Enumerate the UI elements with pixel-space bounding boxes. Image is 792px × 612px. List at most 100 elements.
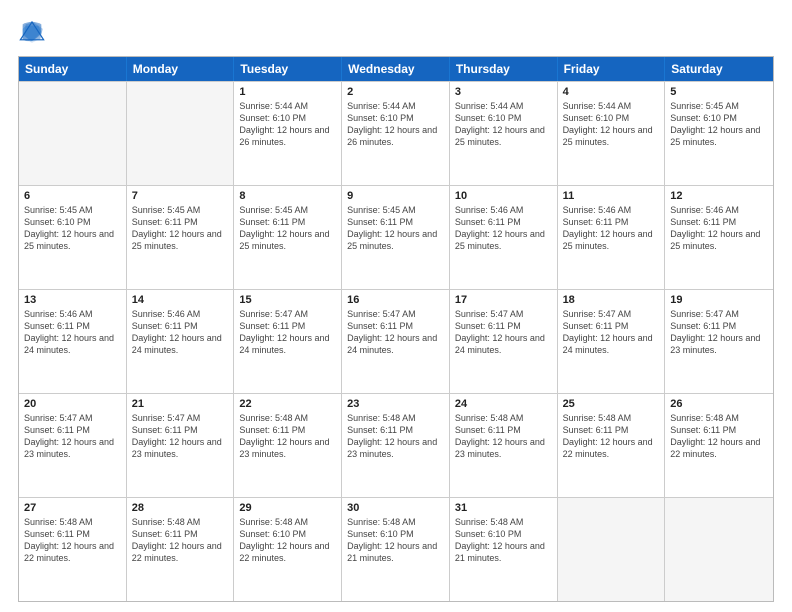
day-info: Sunrise: 5:46 AM Sunset: 6:11 PM Dayligh… bbox=[24, 308, 121, 357]
cal-day-10: 10 Sunrise: 5:46 AM Sunset: 6:11 PM Dayli… bbox=[450, 186, 558, 289]
cal-day-6: 6Sunrise: 5:45 AM Sunset: 6:10 PM Daylig… bbox=[19, 186, 127, 289]
day-info: Sunrise: 5:46 AM Sunset: 6:11 PM Dayligh… bbox=[670, 204, 768, 253]
logo bbox=[18, 18, 50, 46]
calendar-body: 1 Sunrise: 5:44 AM Sunset: 6:10 PM Daylig… bbox=[19, 81, 773, 601]
page-header bbox=[18, 18, 774, 46]
cal-week-3: 13 Sunrise: 5:46 AM Sunset: 6:11 PM Dayli… bbox=[19, 289, 773, 393]
cal-header-tuesday: Tuesday bbox=[234, 57, 342, 81]
day-info: Sunrise: 5:46 AM Sunset: 6:11 PM Dayligh… bbox=[132, 308, 229, 357]
cal-day-22: 22 Sunrise: 5:48 AM Sunset: 6:11 PM Dayli… bbox=[234, 394, 342, 497]
day-info: Sunrise: 5:45 AM Sunset: 6:10 PM Dayligh… bbox=[670, 100, 768, 149]
cal-day-28: 28 Sunrise: 5:48 AM Sunset: 6:11 PM Dayli… bbox=[127, 498, 235, 601]
cal-day-31: 31 Sunrise: 5:48 AM Sunset: 6:10 PM Dayli… bbox=[450, 498, 558, 601]
day-info: Sunrise: 5:44 AM Sunset: 6:10 PM Dayligh… bbox=[239, 100, 336, 149]
calendar-header-row: SundayMondayTuesdayWednesdayThursdayFrid… bbox=[19, 57, 773, 81]
day-number: 16 bbox=[347, 294, 444, 306]
day-number: 2 bbox=[347, 86, 444, 98]
cal-header-sunday: Sunday bbox=[19, 57, 127, 81]
cal-week-1: 1 Sunrise: 5:44 AM Sunset: 6:10 PM Daylig… bbox=[19, 81, 773, 185]
day-number: 31 bbox=[455, 502, 552, 514]
day-info: Sunrise: 5:44 AM Sunset: 6:10 PM Dayligh… bbox=[563, 100, 660, 149]
day-info: Sunrise: 5:44 AM Sunset: 6:10 PM Dayligh… bbox=[347, 100, 444, 149]
cal-day-25: 25Sunrise: 5:48 AM Sunset: 6:11 PM Dayli… bbox=[558, 394, 666, 497]
day-info: Sunrise: 5:47 AM Sunset: 6:11 PM Dayligh… bbox=[347, 308, 444, 357]
day-number: 5 bbox=[670, 86, 768, 98]
cal-week-5: 27 Sunrise: 5:48 AM Sunset: 6:11 PM Dayli… bbox=[19, 497, 773, 601]
day-info: Sunrise: 5:48 AM Sunset: 6:10 PM Dayligh… bbox=[455, 516, 552, 565]
day-info: Sunrise: 5:45 AM Sunset: 6:11 PM Dayligh… bbox=[239, 204, 336, 253]
cal-day-1: 1 Sunrise: 5:44 AM Sunset: 6:10 PM Daylig… bbox=[234, 82, 342, 185]
cal-day-2: 2 Sunrise: 5:44 AM Sunset: 6:10 PM Daylig… bbox=[342, 82, 450, 185]
cal-day-27: 27 Sunrise: 5:48 AM Sunset: 6:11 PM Dayli… bbox=[19, 498, 127, 601]
day-number: 20 bbox=[24, 398, 121, 410]
day-info: Sunrise: 5:47 AM Sunset: 6:11 PM Dayligh… bbox=[239, 308, 336, 357]
day-info: Sunrise: 5:45 AM Sunset: 6:11 PM Dayligh… bbox=[132, 204, 229, 253]
day-number: 8 bbox=[239, 190, 336, 202]
day-number: 15 bbox=[239, 294, 336, 306]
cal-day-18: 18Sunrise: 5:47 AM Sunset: 6:11 PM Dayli… bbox=[558, 290, 666, 393]
day-number: 25 bbox=[563, 398, 660, 410]
cal-day-26: 26 Sunrise: 5:48 AM Sunset: 6:11 PM Dayli… bbox=[665, 394, 773, 497]
day-number: 29 bbox=[239, 502, 336, 514]
cal-day-5: 5 Sunrise: 5:45 AM Sunset: 6:10 PM Daylig… bbox=[665, 82, 773, 185]
day-info: Sunrise: 5:44 AM Sunset: 6:10 PM Dayligh… bbox=[455, 100, 552, 149]
cal-day-20: 20 Sunrise: 5:47 AM Sunset: 6:11 PM Dayli… bbox=[19, 394, 127, 497]
cal-header-saturday: Saturday bbox=[665, 57, 773, 81]
cal-empty-cell bbox=[558, 498, 666, 601]
day-info: Sunrise: 5:48 AM Sunset: 6:11 PM Dayligh… bbox=[132, 516, 229, 565]
cal-day-30: 30Sunrise: 5:48 AM Sunset: 6:10 PM Dayli… bbox=[342, 498, 450, 601]
day-number: 13 bbox=[24, 294, 121, 306]
day-number: 18 bbox=[563, 294, 660, 306]
cal-empty-cell bbox=[127, 82, 235, 185]
cal-day-12: 12 Sunrise: 5:46 AM Sunset: 6:11 PM Dayli… bbox=[665, 186, 773, 289]
calendar: SundayMondayTuesdayWednesdayThursdayFrid… bbox=[18, 56, 774, 602]
cal-day-8: 8 Sunrise: 5:45 AM Sunset: 6:11 PM Daylig… bbox=[234, 186, 342, 289]
cal-empty-cell bbox=[19, 82, 127, 185]
cal-empty-cell bbox=[665, 498, 773, 601]
day-info: Sunrise: 5:48 AM Sunset: 6:11 PM Dayligh… bbox=[24, 516, 121, 565]
day-info: Sunrise: 5:47 AM Sunset: 6:11 PM Dayligh… bbox=[670, 308, 768, 357]
day-number: 19 bbox=[670, 294, 768, 306]
day-info: Sunrise: 5:48 AM Sunset: 6:11 PM Dayligh… bbox=[347, 412, 444, 461]
day-info: Sunrise: 5:47 AM Sunset: 6:11 PM Dayligh… bbox=[455, 308, 552, 357]
day-info: Sunrise: 5:46 AM Sunset: 6:11 PM Dayligh… bbox=[455, 204, 552, 253]
day-number: 6 bbox=[24, 190, 121, 202]
cal-header-monday: Monday bbox=[127, 57, 235, 81]
cal-day-23: 23 Sunrise: 5:48 AM Sunset: 6:11 PM Dayli… bbox=[342, 394, 450, 497]
day-number: 27 bbox=[24, 502, 121, 514]
day-number: 12 bbox=[670, 190, 768, 202]
day-number: 7 bbox=[132, 190, 229, 202]
day-info: Sunrise: 5:47 AM Sunset: 6:11 PM Dayligh… bbox=[24, 412, 121, 461]
cal-header-wednesday: Wednesday bbox=[342, 57, 450, 81]
day-number: 28 bbox=[132, 502, 229, 514]
day-info: Sunrise: 5:46 AM Sunset: 6:11 PM Dayligh… bbox=[563, 204, 660, 253]
cal-day-24: 24Sunrise: 5:48 AM Sunset: 6:11 PM Dayli… bbox=[450, 394, 558, 497]
day-number: 30 bbox=[347, 502, 444, 514]
day-number: 26 bbox=[670, 398, 768, 410]
cal-day-4: 4Sunrise: 5:44 AM Sunset: 6:10 PM Daylig… bbox=[558, 82, 666, 185]
day-number: 17 bbox=[455, 294, 552, 306]
day-number: 1 bbox=[239, 86, 336, 98]
day-info: Sunrise: 5:48 AM Sunset: 6:11 PM Dayligh… bbox=[239, 412, 336, 461]
day-number: 22 bbox=[239, 398, 336, 410]
day-info: Sunrise: 5:48 AM Sunset: 6:11 PM Dayligh… bbox=[670, 412, 768, 461]
cal-header-thursday: Thursday bbox=[450, 57, 558, 81]
cal-day-16: 16 Sunrise: 5:47 AM Sunset: 6:11 PM Dayli… bbox=[342, 290, 450, 393]
cal-day-14: 14Sunrise: 5:46 AM Sunset: 6:11 PM Dayli… bbox=[127, 290, 235, 393]
logo-icon bbox=[18, 18, 46, 46]
cal-day-7: 7 Sunrise: 5:45 AM Sunset: 6:11 PM Daylig… bbox=[127, 186, 235, 289]
day-number: 23 bbox=[347, 398, 444, 410]
cal-day-15: 15 Sunrise: 5:47 AM Sunset: 6:11 PM Dayli… bbox=[234, 290, 342, 393]
cal-day-9: 9Sunrise: 5:45 AM Sunset: 6:11 PM Daylig… bbox=[342, 186, 450, 289]
cal-day-11: 11 Sunrise: 5:46 AM Sunset: 6:11 PM Dayli… bbox=[558, 186, 666, 289]
day-number: 10 bbox=[455, 190, 552, 202]
cal-day-21: 21Sunrise: 5:47 AM Sunset: 6:11 PM Dayli… bbox=[127, 394, 235, 497]
day-info: Sunrise: 5:48 AM Sunset: 6:10 PM Dayligh… bbox=[239, 516, 336, 565]
day-info: Sunrise: 5:47 AM Sunset: 6:11 PM Dayligh… bbox=[132, 412, 229, 461]
cal-week-2: 6Sunrise: 5:45 AM Sunset: 6:10 PM Daylig… bbox=[19, 185, 773, 289]
day-number: 3 bbox=[455, 86, 552, 98]
cal-day-17: 17 Sunrise: 5:47 AM Sunset: 6:11 PM Dayli… bbox=[450, 290, 558, 393]
cal-day-29: 29 Sunrise: 5:48 AM Sunset: 6:10 PM Dayli… bbox=[234, 498, 342, 601]
day-info: Sunrise: 5:48 AM Sunset: 6:11 PM Dayligh… bbox=[455, 412, 552, 461]
day-number: 11 bbox=[563, 190, 660, 202]
